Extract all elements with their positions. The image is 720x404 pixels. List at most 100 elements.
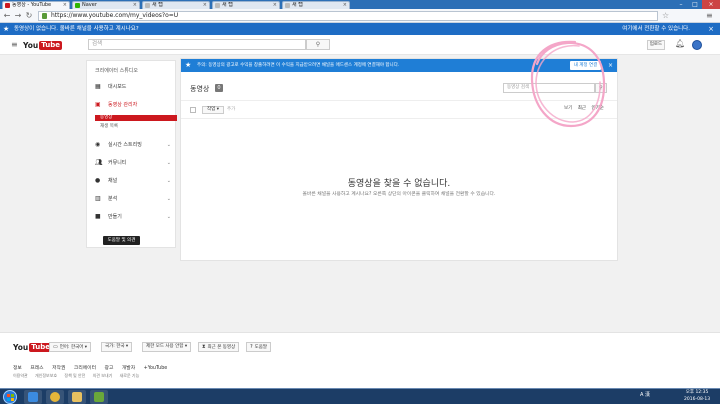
page-favicon-icon bbox=[145, 3, 150, 8]
sidebar-title: 크리에이터 스튜디오 bbox=[95, 68, 138, 74]
close-tab-icon[interactable]: × bbox=[273, 2, 277, 9]
youtube-header: ≡ You Tube 검색 ⚲ 업로드 🔔︎ bbox=[0, 35, 720, 55]
search-button[interactable]: ⚲ bbox=[306, 39, 330, 50]
guide-menu-icon[interactable]: ≡ bbox=[11, 40, 18, 49]
address-bar: ← → ↻ https://www.youtube.com/my_videos?… bbox=[0, 9, 720, 23]
sidebar-item-channel[interactable]: ● 채널 ⌄ bbox=[95, 177, 173, 185]
taskbar-explorer[interactable] bbox=[68, 390, 86, 404]
page-title: 동영상 bbox=[190, 85, 210, 93]
footer-link[interactable]: 크리에이터 bbox=[74, 366, 96, 371]
sidebar-item-video-manager[interactable]: ▣ 동영상 관리자 bbox=[95, 101, 173, 109]
footer-link[interactable]: 이용약관 bbox=[13, 373, 28, 378]
close-tab-icon[interactable]: × bbox=[63, 2, 67, 9]
chevron-down-icon[interactable]: ⌄ bbox=[167, 177, 171, 185]
bookmark-star-icon[interactable]: ☆ bbox=[662, 11, 669, 20]
window-close-icon[interactable]: × bbox=[702, 0, 720, 9]
actions-dropdown[interactable]: 작업 ▾ bbox=[202, 106, 224, 114]
ime-indicator[interactable]: A 漢 bbox=[640, 391, 650, 398]
tab-label: Naver bbox=[82, 2, 97, 8]
create-icon: ■ bbox=[95, 213, 101, 220]
youtube-favicon-icon bbox=[5, 3, 10, 8]
page-favicon-icon bbox=[285, 3, 290, 8]
tab-new-3[interactable]: 새 탭 × bbox=[282, 1, 350, 9]
dashboard-icon: ▦ bbox=[95, 83, 101, 90]
alert-message: 주의: 동영상의 광고로 수익을 창출하려면 이 수익을 지급받으려면 채널을 … bbox=[197, 63, 400, 68]
sidebar-item-community[interactable]: 👥︎ 커뮤니티 ⌄ bbox=[95, 159, 173, 167]
search-input[interactable]: 검색 bbox=[88, 39, 306, 50]
internet-explorer-icon bbox=[28, 392, 38, 402]
chevron-down-icon[interactable]: ⌄ bbox=[167, 213, 171, 221]
minimize-icon[interactable]: – bbox=[674, 0, 688, 9]
url-input[interactable]: https://www.youtube.com/my_videos?o=U bbox=[38, 11, 658, 21]
close-tab-icon[interactable]: × bbox=[203, 2, 207, 9]
tab-youtube[interactable]: 동영상 - YouTube × bbox=[2, 1, 70, 9]
switch-channel-link[interactable]: 여기에서 전환할 수 있습니다. bbox=[622, 23, 690, 35]
footer-link[interactable]: 프레스 bbox=[30, 366, 43, 371]
tab-label: 새 탭 bbox=[292, 2, 303, 8]
tab-new-1[interactable]: 새 탭 × bbox=[142, 1, 210, 9]
logo-you: You bbox=[13, 342, 29, 352]
footer-link[interactable]: 광고 bbox=[105, 366, 114, 371]
video-count-badge: 0 bbox=[215, 84, 223, 92]
close-tab-icon[interactable]: × bbox=[343, 2, 347, 9]
tab-naver[interactable]: Naver × bbox=[72, 1, 140, 9]
sidebar-item-analytics[interactable]: ▥ 분석 ⌄ bbox=[95, 195, 173, 203]
forward-icon[interactable]: → bbox=[13, 11, 23, 21]
tab-label: 새 탭 bbox=[222, 2, 233, 8]
sidebar-item-live[interactable]: ◉ 실시간 스트리밍 ⌄ bbox=[95, 141, 173, 149]
sidebar-item-label: 커뮤니티 bbox=[108, 160, 127, 166]
tab-new-2[interactable]: 새 탭 × bbox=[212, 1, 280, 9]
chevron-down-icon[interactable]: ⌄ bbox=[167, 159, 171, 167]
close-tab-icon[interactable]: × bbox=[133, 2, 137, 9]
footer-link[interactable]: 의견 보내기 bbox=[93, 373, 113, 378]
sidebar-item-create[interactable]: ■ 만들기 ⌄ bbox=[95, 213, 173, 221]
chrome-icon bbox=[50, 392, 60, 402]
windows-logo-icon bbox=[7, 394, 10, 397]
history-icon: ⧗ bbox=[202, 344, 206, 350]
footer-youtube-logo[interactable]: You Tube bbox=[13, 342, 52, 352]
window-controls: – □ × bbox=[674, 0, 720, 9]
add-to-button[interactable]: 추가 bbox=[227, 106, 235, 114]
footer-link[interactable]: 개발자 bbox=[122, 366, 135, 371]
history-button[interactable]: ⧗ 최근 본 동영상 bbox=[198, 342, 240, 352]
reload-icon[interactable]: ↻ bbox=[24, 11, 34, 21]
chevron-down-icon[interactable]: ⌄ bbox=[167, 195, 171, 203]
country-button[interactable]: 국가: 한국 ▾ bbox=[101, 342, 133, 352]
help-feedback-button[interactable]: 도움말 및 의견 bbox=[103, 236, 140, 245]
community-icon: 👥︎ bbox=[95, 159, 103, 166]
youtube-logo[interactable]: You Tube bbox=[23, 40, 62, 50]
tab-label: 동영상 - YouTube bbox=[12, 2, 52, 8]
sidebar-item-label: 실시간 스트리밍 bbox=[108, 142, 142, 148]
language-icon: ▭ bbox=[53, 344, 58, 350]
account-avatar[interactable] bbox=[692, 40, 702, 50]
clock[interactable]: 오후 12:35 2016-08-13 bbox=[684, 389, 710, 403]
url-text: https://www.youtube.com/my_videos?o=U bbox=[51, 12, 179, 19]
footer-link[interactable]: 정책 및 안전 bbox=[64, 373, 85, 378]
footer-link[interactable]: 저작권 bbox=[52, 366, 65, 371]
taskbar-chrome[interactable] bbox=[46, 390, 64, 404]
notifications-bell-icon[interactable]: 🔔︎ bbox=[675, 39, 685, 48]
footer-link[interactable]: 새로운 기능 bbox=[120, 373, 140, 378]
star-icon: ★ bbox=[185, 61, 192, 69]
taskbar-media[interactable] bbox=[90, 390, 108, 404]
footer-link[interactable]: 정보 bbox=[13, 366, 22, 371]
alert-close-icon[interactable]: × bbox=[608, 59, 613, 72]
sidebar-item-dashboard[interactable]: ▦ 대시보드 bbox=[95, 83, 173, 91]
start-button[interactable] bbox=[3, 390, 17, 404]
notice-message: 동영상이 없습니다. 올바른 채널을 사용하고 계시나요? bbox=[14, 26, 139, 32]
taskbar-ie[interactable] bbox=[24, 390, 42, 404]
footer-link[interactable]: 개인정보보호 bbox=[35, 373, 57, 378]
language-button[interactable]: ▭ 언어: 한국어 ▾ bbox=[49, 342, 92, 352]
help-button[interactable]: ? 도움말 bbox=[246, 342, 272, 352]
chevron-down-icon[interactable]: ⌄ bbox=[167, 141, 171, 149]
back-icon[interactable]: ← bbox=[2, 11, 12, 21]
browser-menu-icon[interactable]: ≡ bbox=[706, 11, 713, 20]
notice-close-icon[interactable]: × bbox=[708, 23, 714, 35]
upload-button[interactable]: 업로드 bbox=[647, 40, 665, 50]
restricted-mode-button[interactable]: 제한 모드 사용 안함 ▾ bbox=[142, 342, 192, 352]
maximize-icon[interactable]: □ bbox=[688, 0, 702, 9]
select-all-checkbox[interactable] bbox=[190, 107, 196, 113]
sidebar-subitem-videos[interactable]: 동영상 bbox=[95, 115, 177, 121]
sidebar-subitem-playlists[interactable]: 재생 목록 bbox=[100, 123, 118, 129]
footer-link[interactable]: +YouTube bbox=[144, 366, 168, 371]
